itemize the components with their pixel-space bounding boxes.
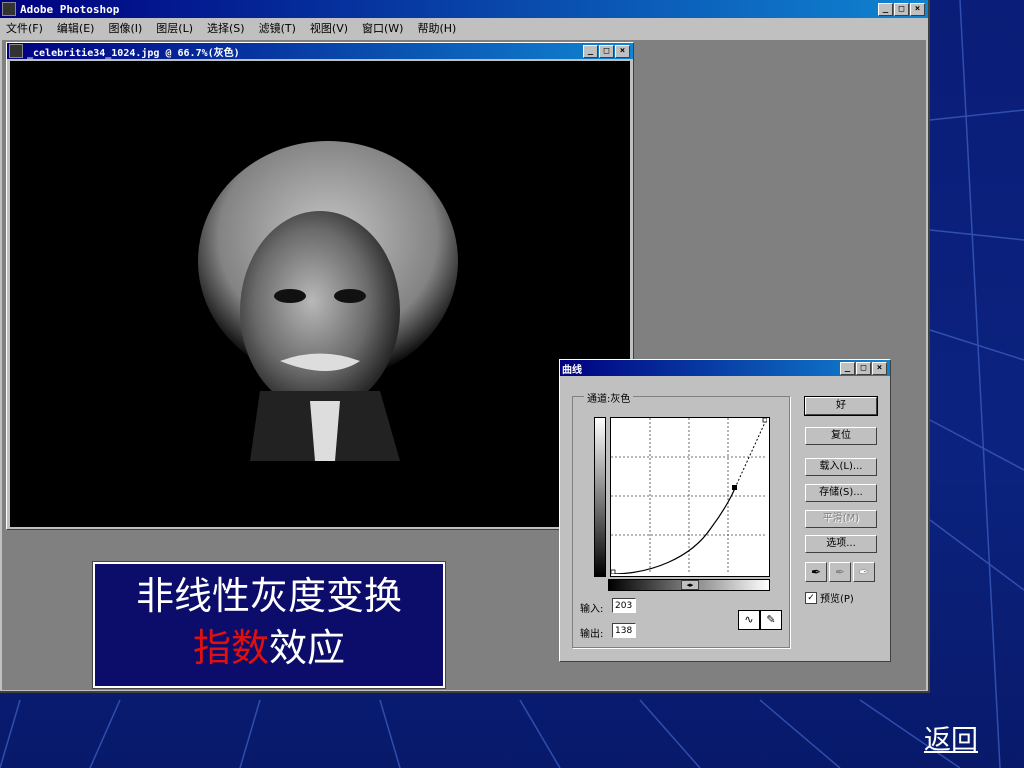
curve-end-point[interactable] xyxy=(762,417,768,423)
curve-point-tool-icon[interactable]: ∿ xyxy=(738,610,760,630)
app-title: Adobe Photoshop xyxy=(20,2,120,16)
caption-subtitle: 指数效应 xyxy=(95,622,443,674)
preview-option[interactable]: ✓ 预览(P) xyxy=(805,590,854,605)
curves-title: 曲线 xyxy=(562,364,582,376)
curves-minimize-button[interactable]: _ xyxy=(840,361,855,375)
curve-tool-group: ∿ ✎ xyxy=(738,610,782,630)
portrait-photo xyxy=(198,141,458,461)
reset-button[interactable]: 复位 xyxy=(805,427,877,445)
menu-window[interactable]: 窗口(W) xyxy=(362,20,403,36)
curves-titlebar[interactable]: 曲线 _ □ × xyxy=(560,360,890,376)
menubar: 文件(F) 编辑(E) 图像(I) 图层(L) 选择(S) 滤镜(T) 视图(V… xyxy=(0,18,928,38)
eyedropper-group: ✒ ✒ ✒ xyxy=(805,562,875,582)
document-window: _celebritie34_1024.jpg @ 66.7%(灰色) _ □ × xyxy=(6,42,634,530)
app-titlebar[interactable]: Adobe Photoshop _ □ × xyxy=(0,0,928,18)
gray-eyedropper-icon[interactable]: ✒ xyxy=(829,562,851,582)
menu-file[interactable]: 文件(F) xyxy=(6,20,43,36)
smooth-button[interactable]: 平滑(M) xyxy=(805,510,877,528)
curve-graph[interactable] xyxy=(610,417,770,577)
menu-filter[interactable]: 滤镜(T) xyxy=(259,20,296,36)
document-title: _celebritie34_1024.jpg @ 66.7%(灰色) xyxy=(27,47,240,59)
photoshop-app-icon xyxy=(2,2,16,16)
output-label: 输出: xyxy=(580,629,604,640)
menu-layer[interactable]: 图层(L) xyxy=(156,20,193,36)
curve-start-point[interactable] xyxy=(610,569,616,575)
ok-button[interactable]: 好 xyxy=(804,396,878,416)
options-button[interactable]: 选项... xyxy=(805,535,877,553)
menu-image[interactable]: 图像(I) xyxy=(108,20,142,36)
input-value-field[interactable]: 203 xyxy=(612,598,636,613)
doc-maximize-button[interactable]: □ xyxy=(599,44,614,58)
output-value-field[interactable]: 138 xyxy=(612,623,636,638)
document-icon xyxy=(9,44,23,58)
caption-box: 非线性灰度变换 指数效应 xyxy=(92,561,446,689)
gradient-toggle-button[interactable]: ◂▸ xyxy=(681,580,699,590)
curve-svg xyxy=(610,417,768,575)
white-eyedropper-icon[interactable]: ✒ xyxy=(853,562,875,582)
doc-close-button[interactable]: × xyxy=(615,44,630,58)
output-gradient-bar xyxy=(594,417,606,577)
load-button[interactable]: 载入(L)... xyxy=(805,458,877,476)
maximize-button[interactable]: □ xyxy=(894,2,909,16)
curve-control-point[interactable] xyxy=(732,485,737,490)
caption-title: 非线性灰度变换 xyxy=(135,574,402,618)
back-link[interactable]: 返回 xyxy=(924,718,978,757)
input-label: 输入: xyxy=(580,604,604,615)
menu-edit[interactable]: 编辑(E) xyxy=(57,20,95,36)
black-eyedropper-icon[interactable]: ✒ xyxy=(805,562,827,582)
curves-dialog: 曲线 _ □ × 通道:灰色 ◂▸ 输入: 203 输出: 138 ∿ ✎ 好 … xyxy=(559,359,891,662)
menu-select[interactable]: 选择(S) xyxy=(207,20,245,36)
document-titlebar[interactable]: _celebritie34_1024.jpg @ 66.7%(灰色) _ □ × xyxy=(7,43,633,59)
preview-label: 预览(P) xyxy=(820,594,854,605)
pencil-tool-icon[interactable]: ✎ xyxy=(760,610,782,630)
close-button[interactable]: × xyxy=(910,2,925,16)
save-button[interactable]: 存储(S)... xyxy=(805,484,877,502)
caption-rest: 效应 xyxy=(269,626,346,670)
curves-maximize-button[interactable]: □ xyxy=(856,361,871,375)
channel-label[interactable]: 通道:灰色 xyxy=(584,390,634,405)
minimize-button[interactable]: _ xyxy=(878,2,893,16)
curves-close-button[interactable]: × xyxy=(872,361,887,375)
doc-minimize-button[interactable]: _ xyxy=(583,44,598,58)
menu-view[interactable]: 视图(V) xyxy=(310,20,348,36)
caption-highlight: 指数 xyxy=(192,626,269,670)
menu-help[interactable]: 帮助(H) xyxy=(417,20,456,36)
image-canvas[interactable] xyxy=(10,61,630,527)
preview-checkbox[interactable]: ✓ xyxy=(805,591,817,604)
